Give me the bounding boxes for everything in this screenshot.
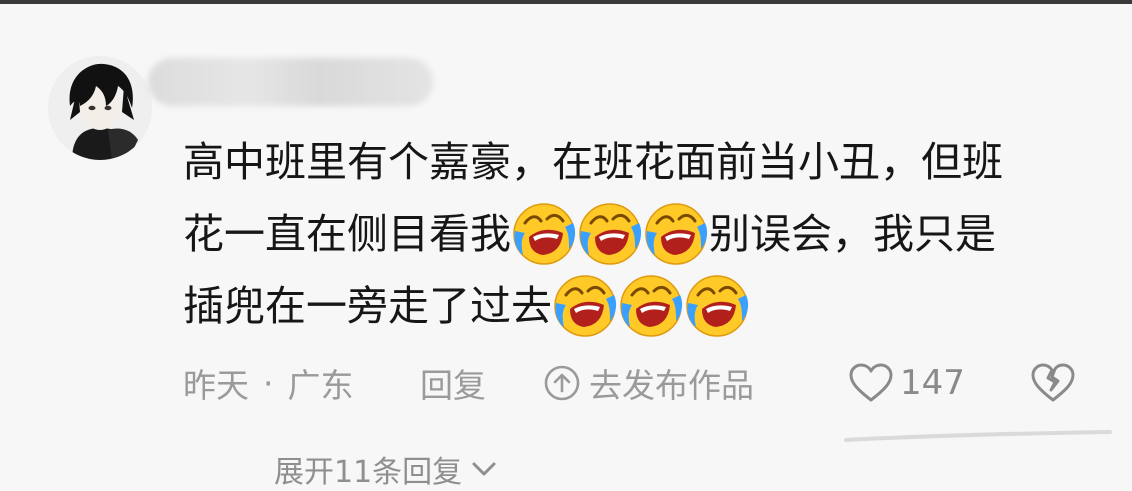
comment-line-3: 插兜在一旁走了过去 — [183, 270, 1083, 342]
comment-text: 高中班里有个嘉豪，在班花面前当小丑，但班 花一直在侧目看我 别误会，我只是 插兜… — [183, 126, 1083, 342]
top-divider — [0, 0, 1132, 4]
laughing-crying-emoji-icon — [552, 273, 618, 339]
upload-arrow-circle-icon — [544, 365, 580, 401]
emoji-group-1 — [511, 201, 709, 267]
comment-line-1-text: 高中班里有个嘉豪，在班花面前当小丑，但班 — [183, 138, 1003, 186]
comment-line-3-text: 插兜在一旁走了过去 — [183, 282, 552, 330]
like-button[interactable]: 147 — [848, 358, 965, 408]
comment-line-2-text-after: 别误会，我只是 — [709, 210, 996, 258]
horizontal-scrollbar[interactable] — [842, 424, 1114, 450]
laughing-crying-emoji-icon — [511, 201, 577, 267]
comment-line-1: 高中班里有个嘉豪，在班花面前当小丑，但班 — [183, 126, 1083, 198]
publish-work-label: 去发布作品 — [589, 366, 754, 405]
laughing-crying-emoji-icon — [684, 273, 750, 339]
emoji-group-2 — [552, 273, 750, 339]
avatar[interactable] — [48, 56, 152, 160]
comment-meta: 昨天 · 广东 — [183, 358, 354, 408]
reply-label: 回复 — [420, 366, 486, 405]
expand-replies-button[interactable]: 展开11条回复 — [274, 447, 498, 491]
laughing-crying-emoji-icon — [577, 201, 643, 267]
reply-button[interactable]: 回复 — [420, 358, 486, 408]
heart-icon — [849, 363, 893, 402]
username-blurred[interactable] — [148, 58, 433, 106]
laughing-crying-emoji-icon — [618, 273, 684, 339]
comment-time: 昨天 — [183, 366, 249, 405]
dislike-button[interactable] — [1030, 360, 1076, 406]
meta-separator: · — [263, 363, 274, 403]
comment-line-2: 花一直在侧目看我 别误会，我只是 — [183, 198, 1083, 270]
publish-work-button[interactable]: 去发布作品 — [543, 358, 754, 408]
comment-line-2-text-before: 花一直在侧目看我 — [183, 210, 511, 258]
broken-heart-icon — [1031, 363, 1075, 402]
chevron-down-icon — [472, 462, 496, 476]
like-count: 147 — [900, 363, 965, 403]
expand-replies-label: 展开11条回复 — [274, 455, 463, 490]
laughing-crying-emoji-icon — [643, 201, 709, 267]
comment-location: 广东 — [287, 366, 354, 405]
